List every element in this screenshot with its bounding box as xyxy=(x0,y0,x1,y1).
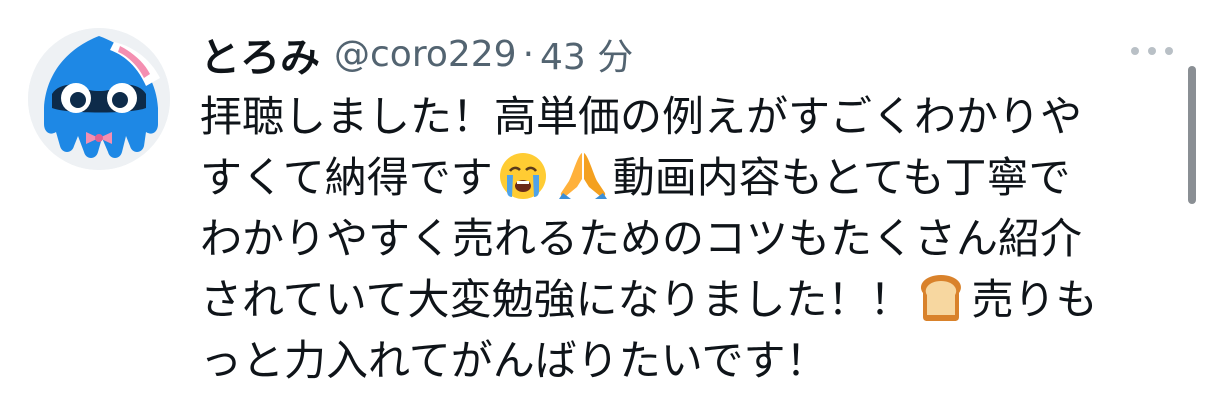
tweet-line-4: されていて大変勉強になりました！！ 売りも xyxy=(200,269,1160,330)
tweet-line-1: 拝聴しました！高単価の例えがすごくわかりや xyxy=(200,92,1083,141)
display-name[interactable]: とろみ xyxy=(200,25,320,83)
more-dot xyxy=(1165,47,1173,55)
user-handle[interactable]: @coro229 xyxy=(334,34,517,75)
crying-face-emoji xyxy=(497,149,549,201)
timestamp[interactable]: 43 分 xyxy=(540,28,633,80)
more-horizontal-icon[interactable] xyxy=(1122,36,1182,66)
more-dot xyxy=(1148,47,1156,55)
more-dot xyxy=(1131,47,1139,55)
tweet-line-5: っと力入れてがんばりたいです！ xyxy=(200,336,828,385)
tweet-line-2: すくて納得です 動画内容もとても丁寧で xyxy=(200,147,1160,208)
avatar[interactable] xyxy=(28,28,170,170)
tweet-header: とろみ @coro229 · 43 分 xyxy=(200,24,633,84)
folded-hands-emoji xyxy=(557,149,609,201)
tweet-text: 拝聴しました！高単価の例えがすごくわかりや すくて納得です 動画内容もとても丁寧… xyxy=(200,86,1160,391)
tweet-line-4a: されていて大変勉強になりました！！ xyxy=(200,275,912,324)
scrollbar[interactable] xyxy=(1188,66,1196,204)
tweet-line-2a: すくて納得です xyxy=(200,153,493,202)
bread-emoji xyxy=(915,271,967,323)
tweet-line-2b: 動画内容もとても丁寧で xyxy=(612,153,1071,202)
tweet-line-4b: 売りも xyxy=(971,275,1098,324)
separator-dot: · xyxy=(522,33,535,75)
tweet-line-3: わかりやすく売れるためのコツもたくさん紹介 xyxy=(200,214,1083,263)
tweet-card[interactable]: とろみ @coro229 · 43 分 拝聴しました！高単価の例えがすごくわかり… xyxy=(0,0,1206,419)
squid-avatar-icon xyxy=(28,28,170,170)
